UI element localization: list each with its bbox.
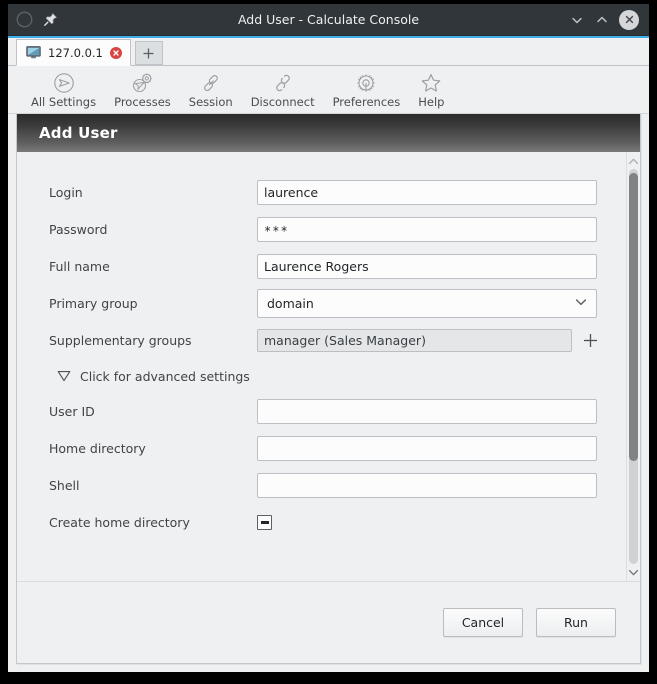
session-icon (200, 72, 222, 94)
login-label: Login (49, 185, 83, 200)
home-directory-label: Home directory (49, 441, 146, 456)
pin-icon[interactable] (43, 12, 58, 27)
scrollbar-thumb[interactable] (629, 172, 638, 462)
page-title: Add User (17, 114, 640, 152)
password-label: Password (49, 222, 108, 237)
window-controls (569, 9, 649, 30)
cancel-button[interactable]: Cancel (443, 608, 523, 637)
primary-group-value: domain (267, 296, 314, 311)
dialog-footer: Cancel Run (17, 581, 640, 663)
login-input[interactable]: laurence (257, 180, 597, 205)
toolbar-label: All Settings (31, 95, 97, 109)
tab-127-0-0-1[interactable]: 127.0.0.1 (16, 39, 131, 66)
toolbar-item-all-settings[interactable]: All Settings (22, 70, 105, 109)
add-supplementary-group-button[interactable] (582, 332, 599, 349)
all-settings-icon (53, 72, 75, 94)
window-title: Add User - Calculate Console (237, 12, 420, 27)
shell-label: Shell (49, 478, 80, 493)
form-row-full-name: Full name Laurence Rogers (17, 248, 626, 285)
close-button[interactable] (619, 9, 639, 30)
password-input[interactable]: *** (257, 217, 597, 242)
full-name-input[interactable]: Laurence Rogers (257, 254, 597, 279)
user-id-label: User ID (49, 404, 95, 419)
preferences-icon (355, 72, 377, 94)
form-row-home-directory: Home directory (17, 430, 626, 467)
toolbar-item-help[interactable]: Help (409, 70, 453, 109)
advanced-settings-label: Click for advanced settings (80, 368, 250, 384)
form-row-create-home-directory: Create home directory (17, 504, 626, 541)
triangle-down-icon (57, 367, 71, 386)
primary-group-select[interactable]: domain (257, 289, 597, 318)
home-directory-input[interactable] (257, 436, 597, 461)
toolbar-item-disconnect[interactable]: Disconnect (242, 70, 324, 109)
plus-icon (584, 334, 597, 347)
toolbar-label: Processes (114, 95, 171, 109)
primary-group-label: Primary group (49, 296, 138, 311)
toolbar-label: Disconnect (250, 95, 315, 109)
scroll-down-button[interactable] (628, 566, 639, 578)
full-name-label: Full name (49, 259, 110, 274)
maximize-button[interactable] (594, 12, 609, 27)
form-row-password: Password *** (17, 211, 626, 248)
disconnect-icon (272, 72, 294, 94)
new-tab-button[interactable] (134, 41, 163, 65)
tab-strip: 127.0.0.1 (8, 36, 649, 66)
application-window: Add User - Calculate Console 127.0.0.1 A… (8, 4, 649, 672)
checkbox-indeterminate-icon (260, 521, 269, 524)
toolbar-label: Preferences (332, 95, 401, 109)
create-home-directory-label: Create home directory (49, 515, 190, 530)
form-row-shell: Shell (17, 467, 626, 504)
form-row-supplementary-groups: Supplementary groups manager (Sales Mana… (17, 322, 626, 359)
title-bar-left-icons (8, 11, 58, 28)
form-row-login: Login laurence (17, 174, 626, 211)
user-id-input[interactable] (257, 399, 597, 424)
content-panel: Add User Login laurence Password *** Ful… (16, 114, 641, 664)
toolbar-item-processes[interactable]: Processes (105, 70, 180, 109)
panel-content: Login laurence Password *** Full name La… (17, 152, 640, 581)
run-button[interactable]: Run (536, 608, 616, 637)
form-row-user-id: User ID (17, 393, 626, 430)
toolbar-item-preferences[interactable]: Preferences (324, 70, 410, 109)
scroll-up-button[interactable] (628, 155, 639, 167)
monitor-icon (26, 46, 41, 59)
title-bar: Add User - Calculate Console (8, 4, 649, 36)
scrollbar-track[interactable] (629, 169, 638, 564)
main-toolbar: All Settings Processes Session Disconnec… (8, 66, 649, 114)
supplementary-groups-label: Supplementary groups (49, 333, 192, 348)
supplementary-groups-input[interactable]: manager (Sales Manager) (257, 329, 572, 352)
toolbar-label: Help (418, 95, 445, 109)
vertical-scrollbar[interactable] (626, 152, 640, 581)
form-row-primary-group: Primary group domain (17, 285, 626, 322)
create-home-directory-checkbox[interactable] (257, 515, 272, 530)
shell-input[interactable] (257, 473, 597, 498)
processes-icon (131, 72, 153, 94)
toolbar-item-session[interactable]: Session (180, 70, 242, 109)
toolbar-label: Session (188, 95, 233, 109)
calculate-logo-icon (16, 11, 33, 28)
chevron-down-icon (574, 295, 588, 312)
minimize-button[interactable] (569, 12, 584, 27)
plus-icon (143, 48, 154, 58)
tab-label: 127.0.0.1 (48, 45, 103, 60)
form-area: Login laurence Password *** Full name La… (17, 152, 626, 581)
advanced-settings-toggle[interactable]: Click for advanced settings (17, 359, 626, 393)
help-star-icon (420, 72, 442, 94)
tab-close-icon[interactable] (109, 46, 122, 59)
body-wrapper: Add User Login laurence Password *** Ful… (8, 114, 649, 672)
